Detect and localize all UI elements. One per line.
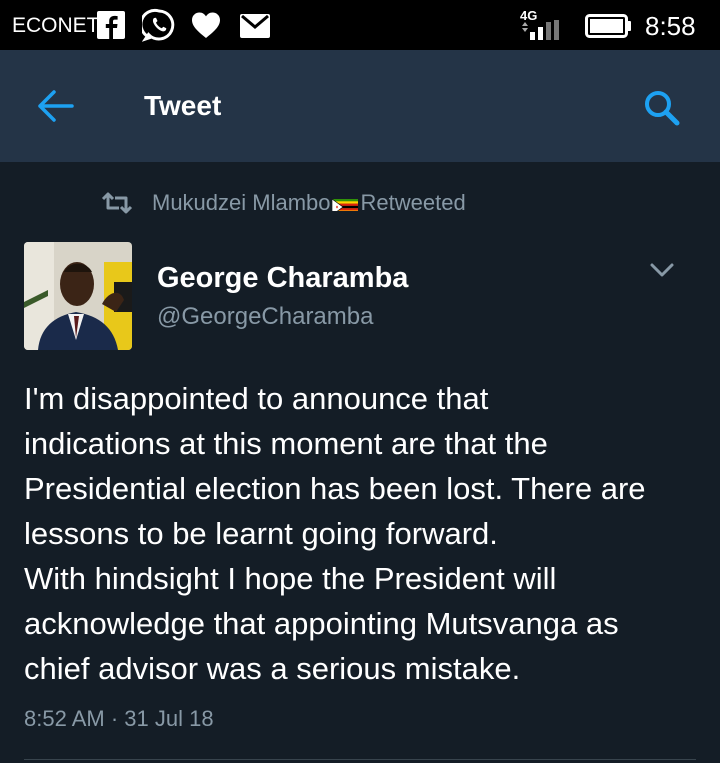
- avatar[interactable]: [24, 242, 132, 350]
- retweeted-label: Retweeted: [360, 190, 466, 215]
- facebook-icon: [97, 11, 125, 39]
- signal-icon: [522, 20, 559, 40]
- retweeter-name: Mukudzei Mlambo: [152, 190, 331, 215]
- status-bar: ECONET 4G 8:58: [0, 0, 720, 50]
- arrow-left-icon[interactable]: [36, 88, 76, 124]
- status-clock: 8:58: [645, 11, 696, 41]
- page-title: Tweet: [144, 90, 222, 121]
- battery-icon: [585, 14, 631, 38]
- divider: [24, 759, 696, 760]
- retweet-context[interactable]: Mukudzei Mlambo Retweeted: [100, 188, 466, 218]
- carrier-name: ECONET: [12, 14, 100, 37]
- tweet-detail: Mukudzei Mlambo Retweeted George Charamb…: [0, 162, 720, 763]
- tweet-timestamp: 8:52 AM · 31 Jul 18: [24, 706, 214, 731]
- heart-icon: [192, 12, 220, 38]
- chevron-down-icon[interactable]: [648, 258, 676, 282]
- zimbabwe-flag-icon: [331, 195, 358, 211]
- mail-icon: [240, 14, 270, 38]
- retweet-icon: [101, 192, 133, 214]
- whatsapp-icon: [142, 8, 175, 42]
- author-handle[interactable]: @GeorgeCharamba: [157, 303, 373, 331]
- search-icon[interactable]: [640, 86, 684, 130]
- author-name[interactable]: George Charamba: [157, 262, 408, 295]
- app-bar: Tweet: [0, 50, 720, 162]
- tweet-text: I'm disappointed to announce that indica…: [24, 381, 646, 686]
